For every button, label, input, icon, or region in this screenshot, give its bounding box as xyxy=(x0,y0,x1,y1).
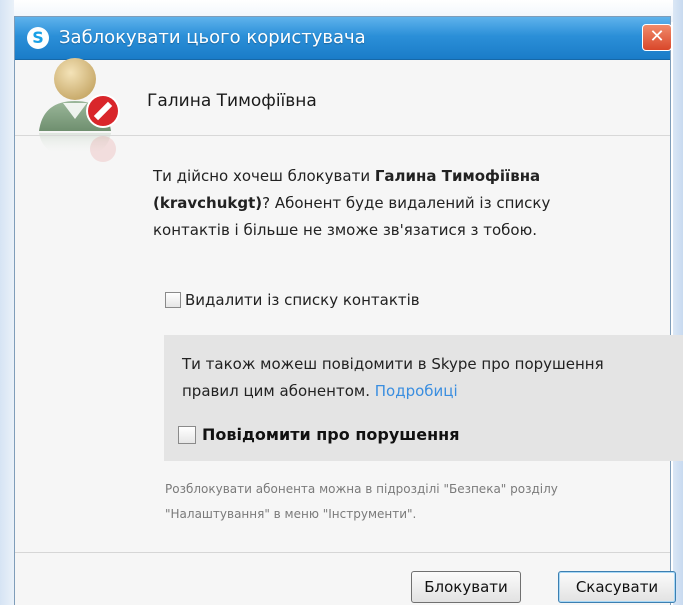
question-contact-login: (kravchukgt) xyxy=(153,194,263,212)
report-abuse-text: Ти також можеш повідомити в Skype про по… xyxy=(182,351,632,405)
close-button[interactable]: ✕ xyxy=(642,24,672,51)
block-confirmation-text: Ти дійсно хочеш блокувати Галина Тимофії… xyxy=(153,163,623,244)
block-user-dialog: S Заблокувати цього користувача ✕ Галина… xyxy=(14,16,683,605)
question-prefix: Ти дійсно хочеш блокувати xyxy=(153,167,375,185)
slide-background-right xyxy=(673,0,683,605)
skype-icon: S xyxy=(27,27,49,49)
remove-from-contacts-label[interactable]: Видалити із списку контактів xyxy=(185,291,420,309)
close-icon: ✕ xyxy=(649,26,665,47)
contact-name: Галина Тимофіївна xyxy=(147,91,317,111)
blocked-user-icon xyxy=(39,58,120,162)
report-abuse-label[interactable]: Повідомити про порушення xyxy=(202,425,459,444)
dialog-title: Заблокувати цього користувача xyxy=(59,27,366,48)
slide-background-left xyxy=(0,0,14,605)
header-divider xyxy=(15,135,670,136)
details-link[interactable]: Подробиці xyxy=(375,382,458,400)
question-contact-name: Галина Тимофіївна xyxy=(374,167,541,185)
block-button[interactable]: Блокувати xyxy=(411,571,521,603)
report-abuse-panel: Ти також можеш повідомити в Skype про по… xyxy=(164,335,683,461)
report-abuse-option[interactable]: Повідомити про порушення xyxy=(178,425,459,444)
cancel-button[interactable]: Скасувати xyxy=(558,571,676,603)
footer-divider xyxy=(15,552,670,553)
report-abuse-checkbox[interactable] xyxy=(178,425,196,444)
unblock-hint: Розблокувати абонента можна в підрозділі… xyxy=(165,482,558,521)
remove-from-contacts-checkbox[interactable] xyxy=(165,292,181,308)
remove-from-contacts-option[interactable]: Видалити із списку контактів xyxy=(165,291,420,309)
